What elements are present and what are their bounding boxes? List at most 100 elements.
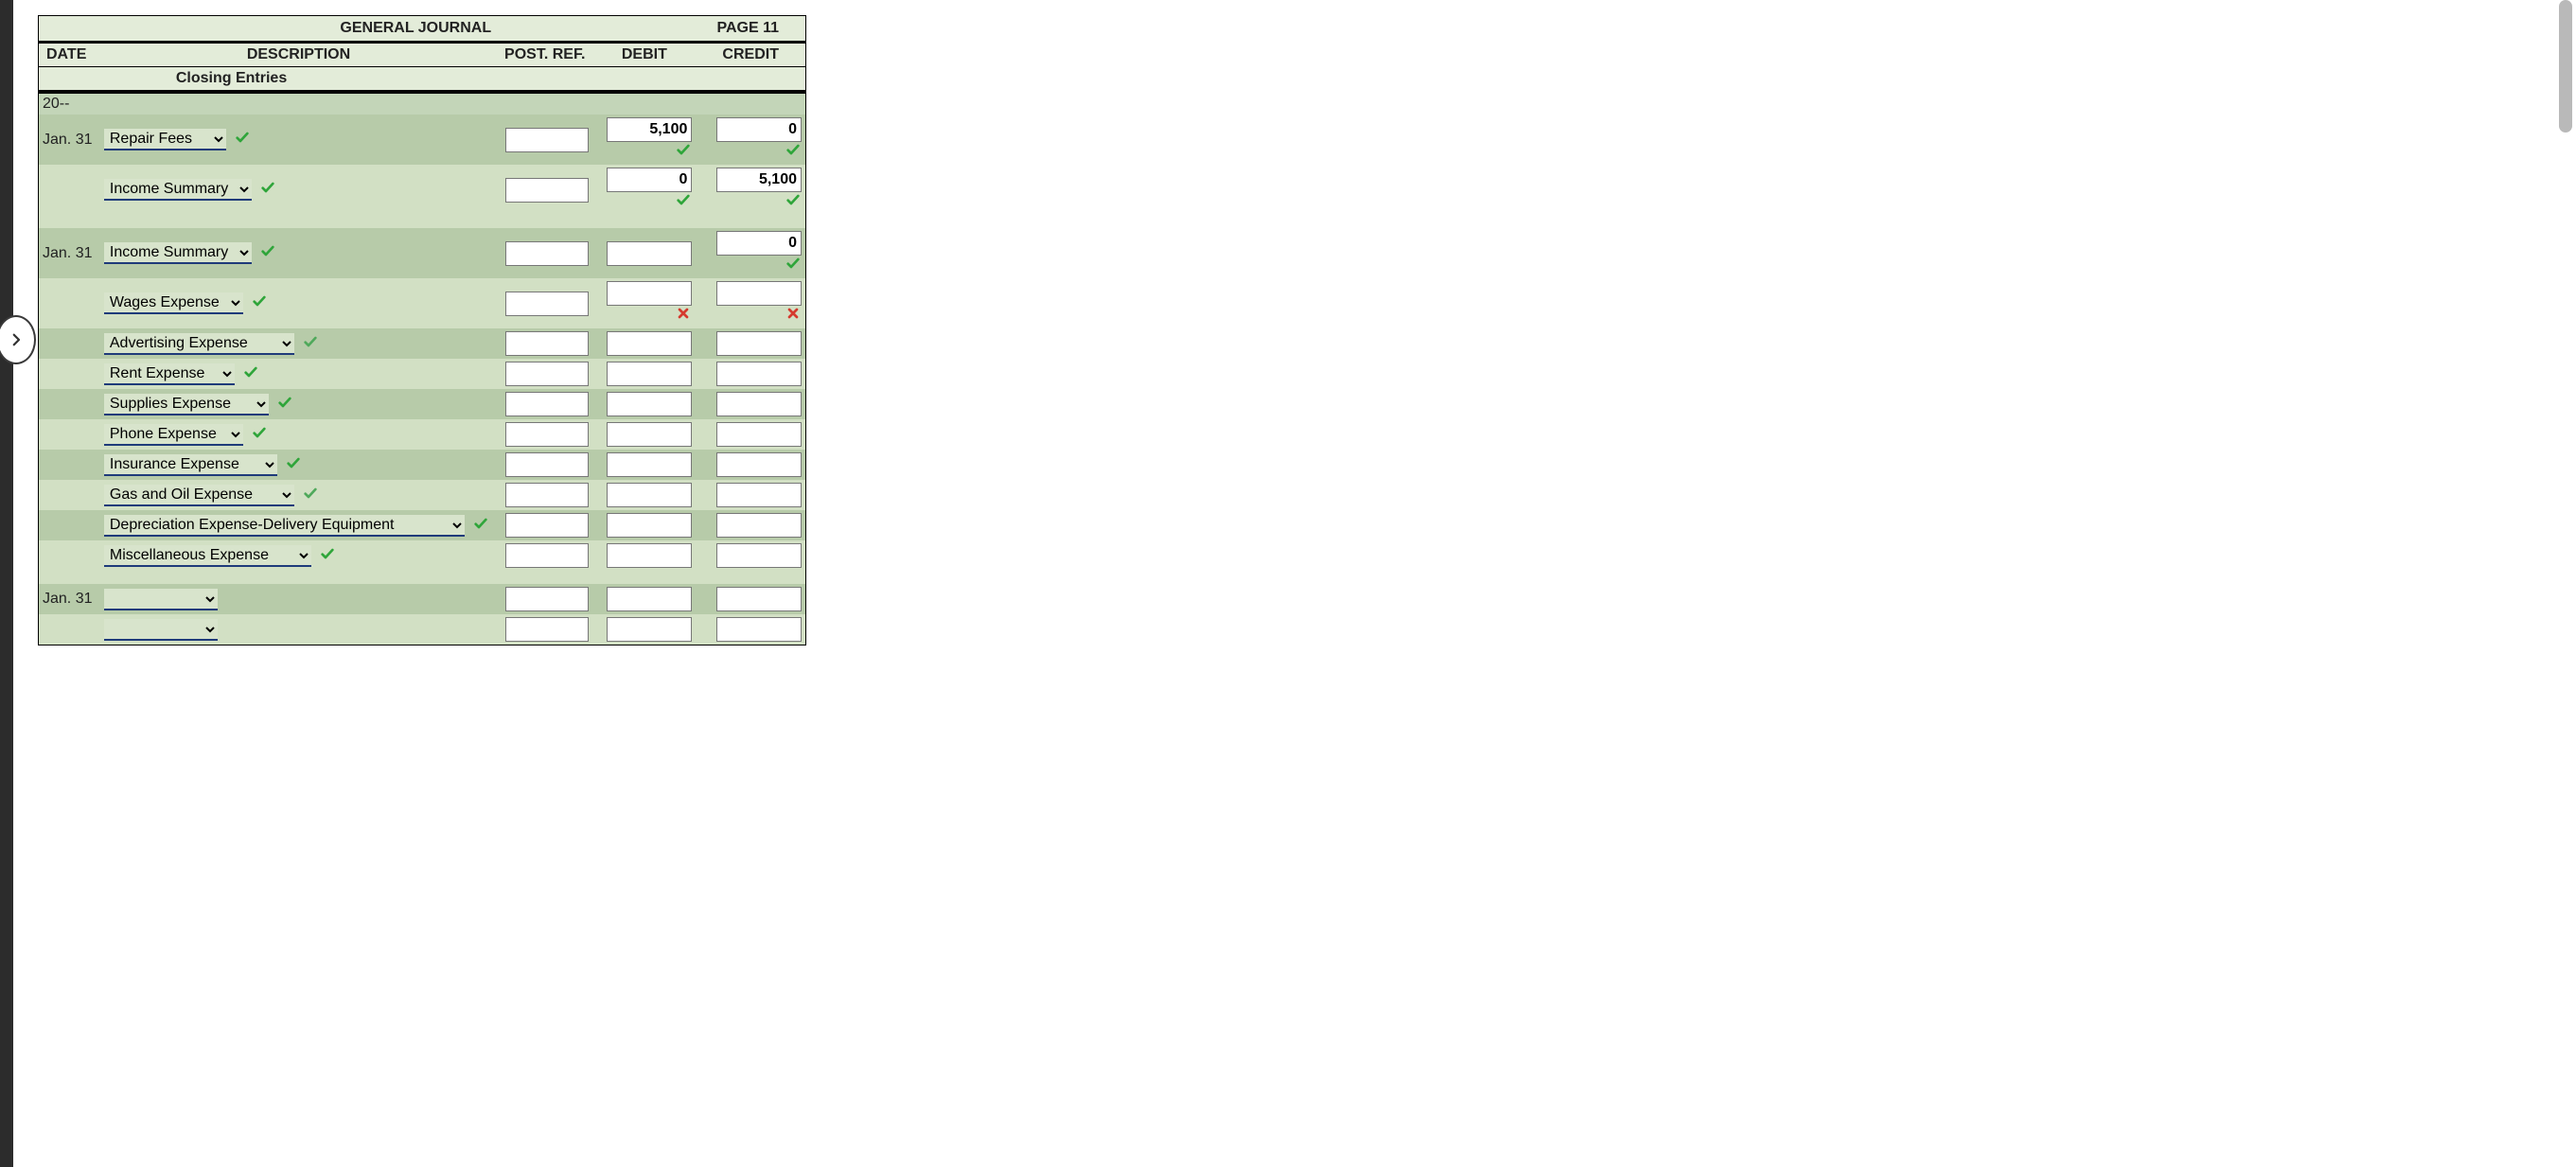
general-journal-table: GENERAL JOURNAL PAGE 11 DATE DESCRIPTION… [38,15,806,645]
expand-handle[interactable] [0,315,36,364]
row-date: Jan. 31 [39,115,100,165]
post-ref-input[interactable] [505,422,589,447]
debit-input[interactable] [607,483,692,507]
journal-row: Repair FeesIncome SummaryWages ExpenseAd… [39,165,806,215]
account-select[interactable]: Repair FeesIncome SummaryWages ExpenseAd… [104,394,269,416]
account-select[interactable]: Repair FeesIncome SummaryWages ExpenseAd… [104,485,294,506]
credit-input[interactable] [716,281,802,306]
account-select[interactable]: Repair FeesIncome SummaryWages ExpenseAd… [104,242,252,264]
row-date [39,614,100,645]
post-ref-input[interactable] [505,178,589,203]
account-select[interactable]: Repair FeesIncome SummaryWages ExpenseAd… [104,454,277,476]
credit-input[interactable] [716,362,802,386]
credit-input[interactable] [716,543,802,568]
post-ref-input[interactable] [505,362,589,386]
debit-input[interactable] [607,281,692,306]
journal-row: Jan. 31Repair FeesIncome SummaryWages Ex… [39,228,806,278]
post-ref-input[interactable] [505,331,589,356]
check-icon [259,180,276,200]
debit-input[interactable] [607,513,692,538]
account-select[interactable]: Repair FeesIncome SummaryWages ExpenseAd… [104,179,252,201]
credit-input[interactable] [716,392,802,416]
row-date [39,510,100,540]
post-ref-input[interactable] [505,617,589,642]
row-date [39,450,100,480]
debit-input[interactable] [607,168,692,192]
debit-input[interactable] [607,617,692,642]
credit-input[interactable] [716,168,802,192]
account-select[interactable]: Repair FeesIncome SummaryWages ExpenseAd… [104,363,235,385]
row-date: Jan. 31 [39,228,100,278]
credit-input[interactable] [716,117,802,142]
post-ref-input[interactable] [505,587,589,611]
check-icon [785,256,802,275]
check-icon [675,142,692,162]
row-date [39,419,100,450]
post-ref-input[interactable] [505,483,589,507]
journal-page: PAGE 11 [497,16,805,43]
debit-input[interactable] [607,587,692,611]
account-select[interactable]: Repair FeesIncome SummaryWages ExpenseAd… [104,545,311,567]
credit-input[interactable] [716,231,802,256]
credit-input[interactable] [716,513,802,538]
row-date [39,480,100,510]
check-icon [276,395,293,415]
journal-row: Repair FeesIncome SummaryWages ExpenseAd… [39,328,806,359]
journal-row: Repair FeesIncome SummaryWages ExpenseAd… [39,389,806,419]
row-date [39,278,100,328]
debit-input[interactable] [607,543,692,568]
account-select[interactable]: Repair FeesIncome SummaryWages ExpenseAd… [104,515,465,537]
row-date [39,389,100,419]
scrollbar-thumb[interactable] [2559,0,2572,133]
debit-input[interactable] [607,452,692,477]
account-select[interactable]: Repair FeesIncome SummaryWages ExpenseAd… [104,292,243,314]
debit-input[interactable] [607,392,692,416]
check-icon [234,130,251,150]
check-icon [251,425,268,445]
row-date: Jan. 31 [39,584,100,614]
left-rail [0,0,13,1167]
post-ref-input[interactable] [505,241,589,266]
debit-input[interactable] [607,241,692,266]
debit-input[interactable] [607,117,692,142]
check-icon [242,364,259,384]
account-select[interactable]: Repair FeesIncome SummaryWages ExpenseAd… [104,619,218,641]
credit-input[interactable] [716,422,802,447]
journal-year: 20-- [39,92,806,115]
post-ref-input[interactable] [505,128,589,152]
post-ref-input[interactable] [505,543,589,568]
journal-row: Repair FeesIncome SummaryWages ExpenseAd… [39,614,806,645]
col-debit: DEBIT [592,43,696,67]
post-ref-input[interactable] [505,392,589,416]
journal-row: Jan. 31Repair FeesIncome SummaryWages Ex… [39,584,806,614]
credit-input[interactable] [716,617,802,642]
account-select[interactable]: Repair FeesIncome SummaryWages ExpenseAd… [104,129,226,150]
cross-icon [785,306,802,326]
journal-row: Repair FeesIncome SummaryWages ExpenseAd… [39,480,806,510]
check-icon [785,192,802,212]
credit-input[interactable] [716,452,802,477]
check-icon [472,516,489,536]
debit-input[interactable] [607,362,692,386]
credit-input[interactable] [716,331,802,356]
col-date: DATE [39,43,100,67]
post-ref-input[interactable] [505,452,589,477]
account-select[interactable]: Repair FeesIncome SummaryWages ExpenseAd… [104,589,218,610]
cross-icon [675,306,692,326]
chevron-right-icon [8,331,25,348]
row-date [39,165,100,215]
post-ref-input[interactable] [505,513,589,538]
col-credit: CREDIT [696,43,805,67]
credit-input[interactable] [716,587,802,611]
check-icon [319,546,336,566]
check-icon [302,334,319,354]
account-select[interactable]: Repair FeesIncome SummaryWages ExpenseAd… [104,424,243,446]
account-select[interactable]: Repair FeesIncome SummaryWages ExpenseAd… [104,333,294,355]
journal-row: Jan. 31Repair FeesIncome SummaryWages Ex… [39,115,806,165]
debit-input[interactable] [607,331,692,356]
credit-input[interactable] [716,483,802,507]
post-ref-input[interactable] [505,292,589,316]
journal-row: Repair FeesIncome SummaryWages ExpenseAd… [39,278,806,328]
debit-input[interactable] [607,422,692,447]
check-icon [675,192,692,212]
